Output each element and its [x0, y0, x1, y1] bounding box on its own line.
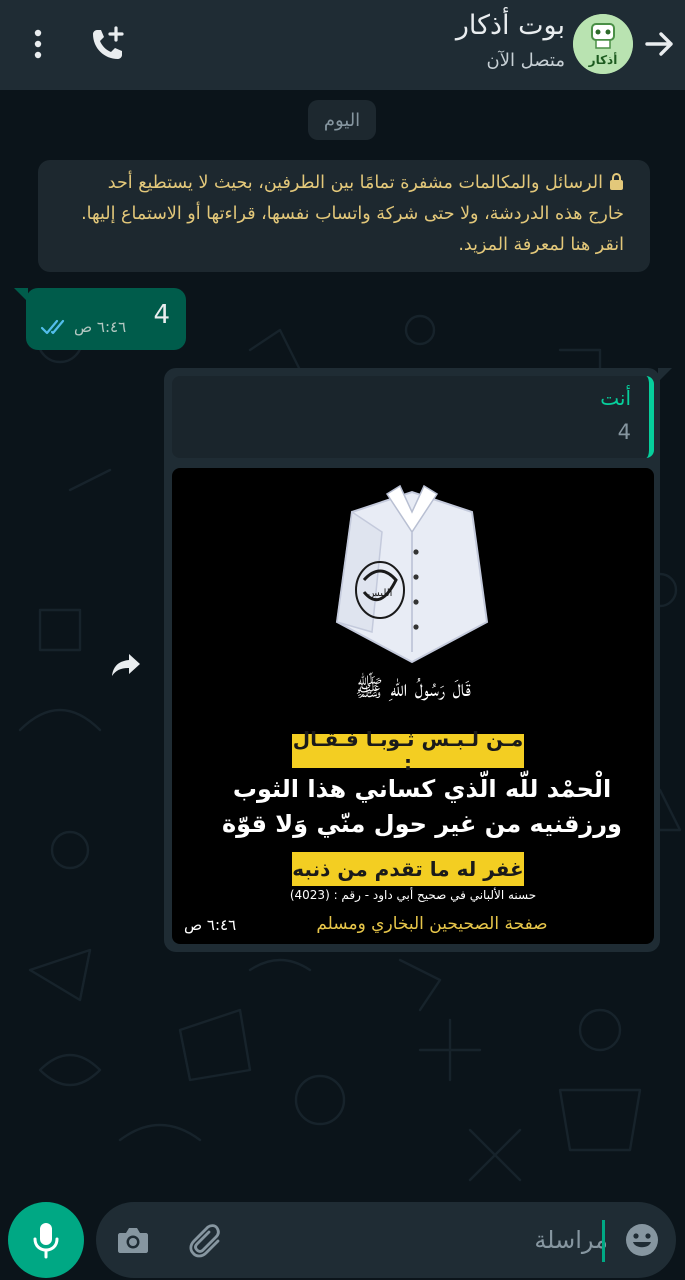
back-arrow-icon[interactable] [641, 26, 677, 62]
forward-icon[interactable] [104, 642, 148, 686]
contact-status: متصل الآن [486, 50, 565, 71]
message-input[interactable] [246, 1218, 608, 1262]
message-text: 4 [153, 300, 170, 330]
contact-avatar[interactable]: أذكار [573, 14, 633, 74]
image-tag-bottom: غفر له ما تقدم من ذنبه [292, 852, 524, 886]
composer-bar [0, 1200, 685, 1280]
lock-icon [610, 173, 623, 190]
contact-name[interactable]: بوت أذكار [456, 10, 565, 41]
incoming-message[interactable]: أنت 4 اللبس قَالَ رَسُولُ اللهِ ﷺ مـن لـ… [164, 368, 672, 952]
mic-icon [33, 1223, 59, 1259]
paperclip-icon[interactable] [188, 1222, 224, 1258]
image-saying: قَالَ رَسُولُ اللهِ ﷺ [355, 676, 471, 702]
encryption-notice[interactable]: الرسائل والمكالمات مشفرة تمامًا بين الطر… [38, 160, 650, 272]
text-caret [602, 1220, 605, 1262]
add-call-icon[interactable] [88, 24, 128, 64]
quote-text: 4 [617, 420, 631, 444]
encryption-notice-text: الرسائل والمكالمات مشفرة تمامًا بين الطر… [81, 173, 624, 255]
image-attachment[interactable]: اللبس قَالَ رَسُولُ اللهِ ﷺ مـن لـبـس ثـ… [172, 468, 654, 944]
white-shirt-image: اللبس [335, 484, 489, 664]
image-hadith: الْحمْد للّه الّذي كساني هذا الثوب ورزقن… [222, 775, 622, 838]
chat-header: أذكار بوت أذكار متصل الآن [0, 0, 685, 90]
message-input-bar [96, 1202, 676, 1278]
quoted-reply[interactable]: أنت 4 [172, 376, 654, 458]
shirt-calligraphy: اللبس [368, 588, 393, 599]
image-source: حسنه الألباني في صحيح أبي داود - رقم : (… [289, 888, 537, 902]
double-check-icon [40, 319, 65, 335]
message-time: ٦:٤٦ ص [184, 916, 237, 934]
message-time: ٦:٤٦ ص [74, 318, 127, 336]
outgoing-message[interactable]: 4 ٦:٤٦ ص [14, 288, 186, 350]
more-options-icon[interactable] [24, 26, 52, 62]
mic-button[interactable] [8, 1202, 84, 1278]
chat-area[interactable]: اليوم الرسائل والمكالمات مشفرة تمامًا بي… [0, 90, 685, 1200]
camera-icon[interactable] [116, 1224, 150, 1256]
avatar-label: أذكار [588, 53, 618, 67]
date-chip: اليوم [308, 100, 376, 140]
quote-author: أنت [600, 386, 631, 410]
image-tag-top: مـن لـبـس ثـوبـا فـقـال : [292, 727, 524, 775]
image-page-name: صفحة الصحيحين البخاري ومسلم [316, 914, 548, 934]
emoji-icon[interactable] [624, 1222, 660, 1258]
